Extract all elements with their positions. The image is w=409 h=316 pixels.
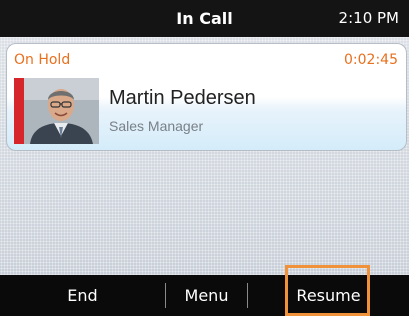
clock: 2:10 PM (338, 9, 399, 27)
status-bar: In Call 2:10 PM (0, 0, 409, 37)
menu-button[interactable]: Menu (166, 275, 247, 316)
contact-job-title: Sales Manager (109, 118, 204, 134)
call-timer: 0:02:45 (344, 52, 398, 68)
call-session-card[interactable]: On Hold 0:02:45 Martin Pedersen Sales Ma… (6, 43, 407, 151)
contact-avatar (24, 78, 99, 144)
call-state-label: On Hold (14, 52, 71, 68)
phone-screen: In Call 2:10 PM On Hold 0:02:45 Martin P… (0, 0, 409, 316)
contact-photo-icon (24, 78, 99, 144)
softkey-bar: End Menu Resume (0, 275, 409, 316)
hold-indicator-stripe (14, 78, 24, 144)
end-call-button[interactable]: End (0, 275, 165, 316)
contact-name: Martin Pedersen (109, 87, 256, 109)
resume-button[interactable]: Resume (248, 275, 409, 316)
